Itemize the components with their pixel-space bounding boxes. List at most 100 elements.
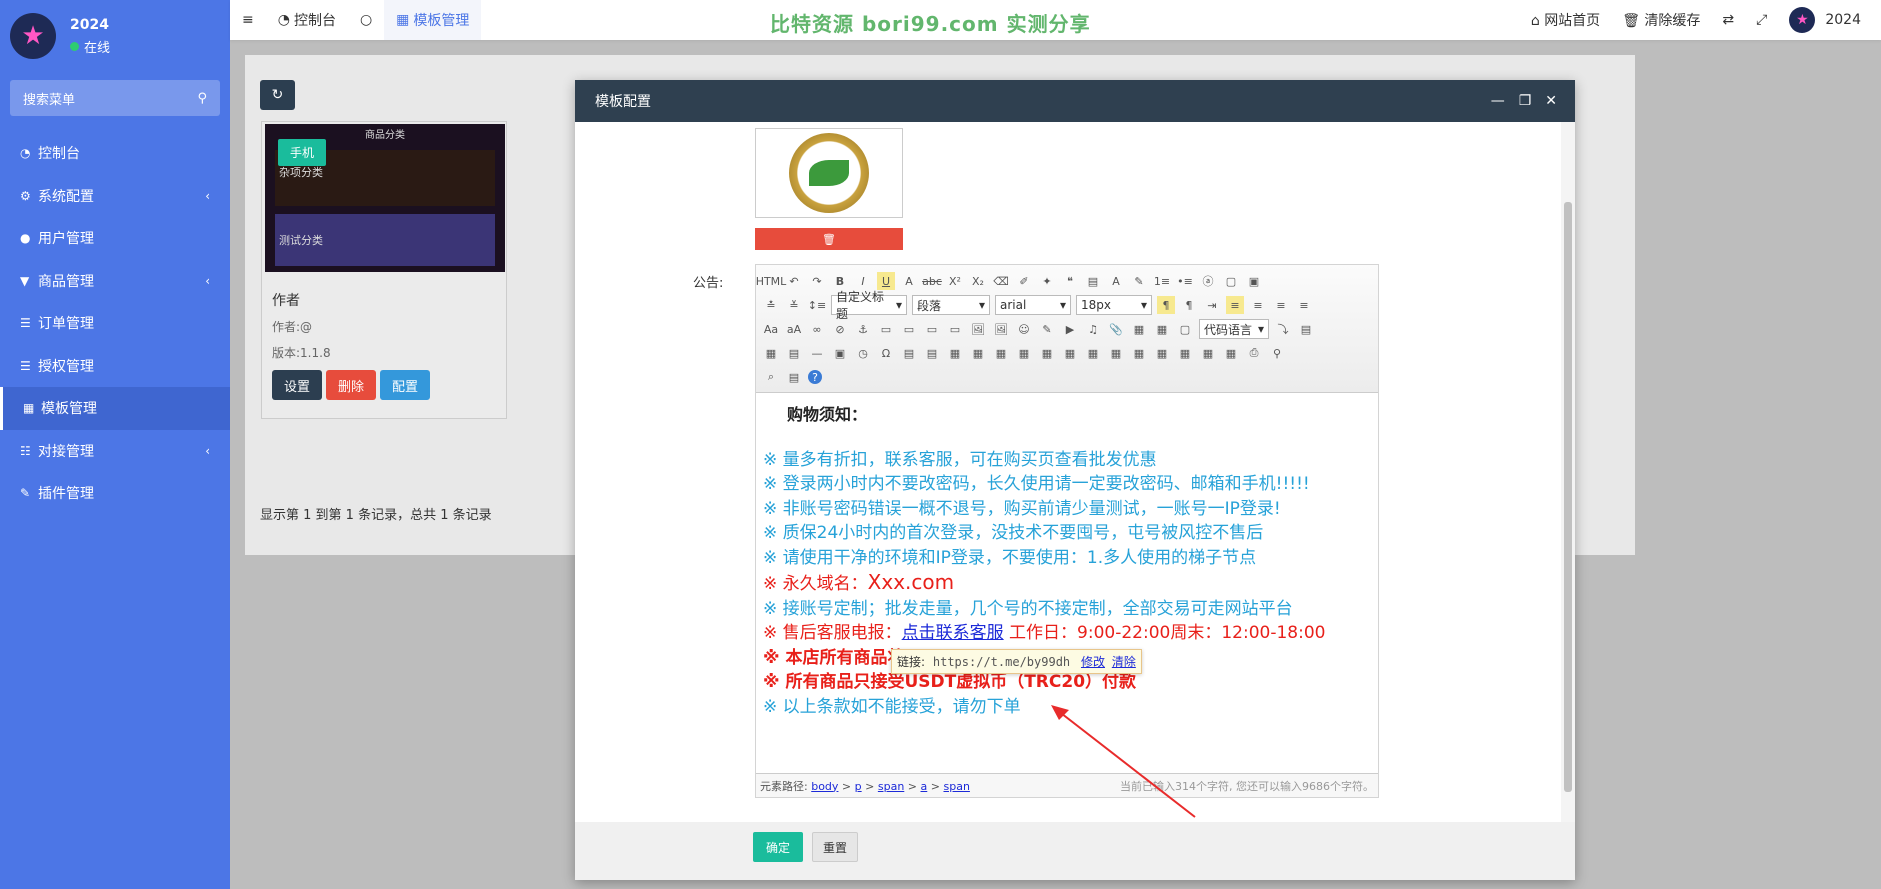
tab-templates[interactable]: ▦ 模板管理 xyxy=(384,0,482,40)
image-right-icon[interactable]: ▭ xyxy=(923,320,941,338)
time-icon[interactable]: ◷ xyxy=(854,344,872,362)
refresh-button[interactable]: ↻ xyxy=(260,80,295,110)
close-icon[interactable]: ✕ xyxy=(1545,93,1557,109)
path-node[interactable]: body xyxy=(811,780,838,793)
preview-zoom-icon[interactable]: ⚲ xyxy=(1268,344,1286,362)
link-icon[interactable]: ∞ xyxy=(808,320,826,338)
menu-toggle-icon[interactable]: ≡ xyxy=(230,0,266,40)
special-chars-icon[interactable]: Ω xyxy=(877,344,895,362)
minimize-icon[interactable]: — xyxy=(1491,93,1505,109)
horizontal-rule-icon[interactable]: — xyxy=(808,344,826,362)
ltr-icon[interactable]: ¶ xyxy=(1157,296,1175,314)
sidebar-item-licenses[interactable]: ☰ 授权管理 xyxy=(0,345,230,388)
settings-button[interactable]: 设置 xyxy=(272,370,322,400)
translate-icon[interactable]: ⇄ xyxy=(1722,12,1734,28)
font-border-icon[interactable]: A xyxy=(900,272,918,290)
insert-col-icon[interactable]: ▦ xyxy=(1061,344,1079,362)
paste-plain-icon[interactable]: ▤ xyxy=(1084,272,1102,290)
user-menu[interactable]: ★ 2024 xyxy=(1789,7,1861,33)
highlight-icon[interactable]: ✎ xyxy=(1130,272,1148,290)
insert-table-icon[interactable]: ▦ xyxy=(946,344,964,362)
subscript-icon[interactable]: X₂ xyxy=(969,272,987,290)
code-language-select[interactable]: 代码语言 ▾ xyxy=(1199,319,1269,339)
ordered-list-icon[interactable]: 1≡ xyxy=(1153,272,1171,290)
image-left-icon[interactable]: ▭ xyxy=(900,320,918,338)
unordered-list-icon[interactable]: •≡ xyxy=(1176,272,1194,290)
maximize-icon[interactable]: ❐ xyxy=(1519,93,1532,109)
select-all-icon[interactable]: ⓐ xyxy=(1199,272,1217,290)
print-icon[interactable]: ⎙ xyxy=(1245,344,1263,362)
superscript-icon[interactable]: X² xyxy=(946,272,964,290)
path-node[interactable]: span xyxy=(878,780,904,793)
merge-down-icon[interactable]: ▦ xyxy=(1153,344,1171,362)
line-height-icon[interactable]: ↕≡ xyxy=(808,296,826,314)
link-clear-button[interactable]: 清除 xyxy=(1112,655,1136,669)
sidebar-item-dashboard[interactable]: ◔ 控制台 xyxy=(0,132,230,175)
image-center-icon[interactable]: ▭ xyxy=(946,320,964,338)
reset-button[interactable]: 重置 xyxy=(812,832,858,862)
eraser-icon[interactable]: ⌫ xyxy=(992,272,1010,290)
custom-heading-select[interactable]: 自定义标题 ▾ xyxy=(831,290,907,321)
simple-upload-icon[interactable]: 🖼 xyxy=(969,320,987,338)
font-family-select[interactable]: arial ▾ xyxy=(995,295,1071,315)
path-node[interactable]: a xyxy=(921,780,928,793)
merge-right-icon[interactable]: ▦ xyxy=(1130,344,1148,362)
word-image-icon[interactable]: ▤ xyxy=(785,344,803,362)
map-icon[interactable]: ▦ xyxy=(1130,320,1148,338)
row-spacing-top-icon[interactable]: ≛ xyxy=(762,296,780,314)
modal-scrollbar[interactable] xyxy=(1561,122,1575,822)
draft-icon[interactable]: ▤ xyxy=(785,368,803,386)
search-replace-icon[interactable]: ⌕ xyxy=(762,368,780,386)
split-rows-icon[interactable]: ▦ xyxy=(1199,344,1217,362)
split-cells-icon[interactable]: ▦ xyxy=(1176,344,1194,362)
music-icon[interactable]: ♫ xyxy=(1084,320,1102,338)
delete-row-icon[interactable]: ▦ xyxy=(1038,344,1056,362)
image-none-icon[interactable]: ▭ xyxy=(877,320,895,338)
editor-content[interactable]: 购物须知： ※ 量多有折扣，联系客服，可在购买页查看批发优惠 ※ 登录两小时内不… xyxy=(756,393,1378,769)
sidebar-item-plugins[interactable]: ✎ 插件管理 xyxy=(0,472,230,515)
delete-col-icon[interactable]: ▦ xyxy=(1084,344,1102,362)
clear-doc-icon[interactable]: ▢ xyxy=(1222,272,1240,290)
strikethrough-icon[interactable]: abc xyxy=(922,272,942,290)
sidebar-item-integration[interactable]: ☷ 对接管理 ‹ xyxy=(0,430,230,473)
search-menu-input[interactable]: 搜索菜单 ⚲ xyxy=(10,80,220,116)
font-size-select[interactable]: 18px ▾ xyxy=(1076,295,1152,315)
indent-icon[interactable]: ⇥ xyxy=(1203,296,1221,314)
background-icon[interactable]: ▦ xyxy=(762,344,780,362)
snapscreen-icon[interactable]: ▤ xyxy=(923,344,941,362)
scrollbar-thumb[interactable] xyxy=(1564,202,1572,792)
insert-frame-icon[interactable]: ▢ xyxy=(1176,320,1194,338)
row-spacing-bottom-icon[interactable]: ≚ xyxy=(785,296,803,314)
confirm-button[interactable]: 确定 xyxy=(753,832,803,862)
uppercase-icon[interactable]: Aa xyxy=(762,320,780,338)
redo-icon[interactable]: ↷ xyxy=(808,272,826,290)
align-justify-icon[interactable]: ≡ xyxy=(1295,296,1313,314)
html-source-icon[interactable]: HTML xyxy=(756,272,787,290)
align-left-icon[interactable]: ≡ xyxy=(1226,296,1244,314)
align-right-icon[interactable]: ≡ xyxy=(1272,296,1290,314)
anchor-icon[interactable]: ⚓ xyxy=(854,320,872,338)
sidebar-item-system-config[interactable]: ⚙ 系统配置 ‹ xyxy=(0,175,230,218)
delete-button[interactable]: 删除 xyxy=(326,370,376,400)
path-node[interactable]: span xyxy=(943,780,969,793)
delete-image-button[interactable]: 🗑 xyxy=(755,228,903,250)
clear-cache-link[interactable]: 🗑 清除缓存 xyxy=(1622,10,1700,30)
insert-para-icon[interactable]: ▦ xyxy=(992,344,1010,362)
unlink-icon[interactable]: ⊘ xyxy=(831,320,849,338)
insert-row-icon[interactable]: ▦ xyxy=(1015,344,1033,362)
gmap-icon[interactable]: ▦ xyxy=(1153,320,1171,338)
tab-dashboard[interactable]: ◔ 控制台 xyxy=(266,0,348,40)
blockquote-icon[interactable]: ❝ xyxy=(1061,272,1079,290)
help-icon[interactable]: ? xyxy=(808,370,822,384)
home-link[interactable]: ⌂ 网站首页 xyxy=(1531,10,1600,30)
search-icon[interactable]: ⚲ xyxy=(197,91,207,106)
scrawl-icon[interactable]: ✎ xyxy=(1038,320,1056,338)
emotion-icon[interactable]: ☺ xyxy=(1015,320,1033,338)
align-center-icon[interactable]: ≡ xyxy=(1249,296,1267,314)
delete-table-icon[interactable]: ▦ xyxy=(969,344,987,362)
auto-format-icon[interactable]: ✦ xyxy=(1038,272,1056,290)
merge-cells-icon[interactable]: ▦ xyxy=(1107,344,1125,362)
sidebar-item-orders[interactable]: ☰ 订单管理 xyxy=(0,302,230,345)
sidebar-item-products[interactable]: ▼ 商品管理 ‹ xyxy=(0,260,230,303)
config-button[interactable]: 配置 xyxy=(380,370,430,400)
